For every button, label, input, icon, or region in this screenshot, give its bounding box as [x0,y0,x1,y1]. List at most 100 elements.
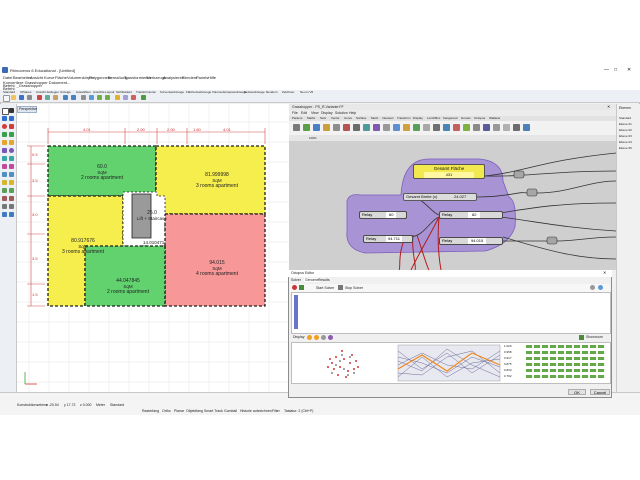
gh-relay-2[interactable]: Relay 82 [439,211,503,219]
gh-tab-mesh[interactable]: Mesh [371,116,378,120]
gh-tab-display[interactable]: Display [413,116,423,120]
gh-component-icon[interactable] [303,124,310,131]
stop-solver-button[interactable]: Stop Solver [345,286,363,290]
sphere-icon[interactable] [9,148,14,153]
objective-slider[interactable]: 0.917 [504,356,608,361]
properties-icon[interactable] [123,95,128,100]
extrude-icon[interactable] [9,140,14,145]
rectangle-icon[interactable] [2,132,7,137]
gh-relay-3[interactable]: Relay 94.711 [363,235,413,243]
display-icon[interactable] [321,335,326,340]
scale-icon[interactable] [9,188,14,193]
display-icon[interactable] [314,335,319,340]
help-icon[interactable] [598,285,603,290]
rotate-view-icon[interactable] [89,95,94,100]
paste-icon[interactable] [53,95,58,100]
dimension-icon[interactable] [2,204,7,209]
gh-component-icon[interactable] [333,124,340,131]
toolbar-tab-layout[interactable]: Ansichts-Layout [93,90,114,94]
toolbar-tab-rendern[interactable]: Rendern [266,90,278,94]
boolean-icon[interactable] [9,156,14,161]
analyze-icon[interactable] [2,212,7,217]
gh-component-icon[interactable] [493,124,500,131]
toolbar-tab-auswaehlen[interactable]: Auswählen [76,90,91,94]
open-file-icon[interactable] [11,95,16,100]
layer-icon[interactable] [115,95,120,100]
start-solver-button[interactable]: Start Solver [316,286,334,290]
gh-component-icon[interactable] [373,124,380,131]
status-ortho[interactable]: Ortho [162,409,171,413]
optimizer-genome-list[interactable] [291,292,611,334]
toolbar-tab-netz[interactable]: Netzwerkzeuge [244,90,265,94]
undo-icon[interactable] [63,95,68,100]
move-icon[interactable] [2,180,7,185]
gh-relay-4[interactable]: Relay 94.015 [439,237,503,245]
select-arrow-icon[interactable] [2,108,9,115]
fillet-icon[interactable] [2,164,7,169]
settings-icon[interactable] [590,285,595,290]
copy-icon[interactable] [45,95,50,100]
cut-icon[interactable] [37,95,42,100]
gh-node-gesamt-flaeche[interactable]: Gesamt Fläche 431 [413,164,485,179]
gh-component-icon[interactable] [393,124,400,131]
rotate-icon[interactable] [2,188,7,193]
record-icon[interactable] [292,285,297,290]
gh-component-icon[interactable] [523,124,530,131]
gh-component-icon[interactable] [343,124,350,131]
room-2rooms-bottom[interactable] [84,245,166,307]
status-layer[interactable]: Standard [110,403,124,407]
gh-tab-lunchbox[interactable]: LunchBox [427,116,440,120]
gh-component-icon[interactable] [353,124,360,131]
redo-icon[interactable] [71,95,76,100]
line-icon[interactable] [2,116,7,121]
gh-menu-edit[interactable]: Edit [301,111,307,115]
toolbar-tab-neu[interactable]: Neu in V6 [300,90,313,94]
display-icon[interactable] [307,335,312,340]
curve-icon[interactable] [9,132,14,137]
gh-tab-kangaroo[interactable]: Kangaroo2 [443,116,458,120]
stop-icon[interactable] [338,285,343,290]
status-gumball[interactable]: Gumball [224,409,237,413]
showroom-button[interactable]: Showroom [586,335,603,339]
gh-component-icon[interactable] [413,124,420,131]
trim-icon[interactable] [9,164,14,169]
layer-item[interactable]: Ebene 03 [619,134,632,138]
gh-component-icon[interactable] [383,124,390,131]
layer-item[interactable]: Ebene 05 [619,146,632,150]
gh-tab-wallacei[interactable]: Wallacei [489,116,500,120]
status-osnap[interactable]: Objektfang [186,409,203,413]
cancel-button[interactable]: Cancel [590,389,610,395]
box-icon[interactable] [2,148,7,153]
grasshopper-canvas[interactable]: Gesamt Fläche 431 Gesamt Breite (x) 24.0… [289,141,616,270]
optimizer-close-button[interactable]: ✕ [603,270,606,275]
gh-component-icon[interactable] [323,124,330,131]
toolbar-tab-flaechen[interactable]: Flächenwerkzeuge [186,90,211,94]
gh-menu-file[interactable]: File [292,111,298,115]
status-history[interactable]: Historie aufzeichnen [240,409,272,413]
gh-menu-display[interactable]: Display [321,111,332,115]
toolbar-tab-kurven[interactable]: Kurvenwerkzeuge [160,90,184,94]
optimizer-tab-results[interactable]: Results [318,278,330,282]
copy-object-icon[interactable] [9,180,14,185]
maximize-button[interactable]: □ [614,67,617,73]
circle-icon[interactable] [2,124,7,129]
gh-component-icon[interactable] [293,124,300,131]
layer-item[interactable]: Ebene 04 [619,140,632,144]
grasshopper-icon[interactable] [141,95,146,100]
close-button[interactable]: ✕ [627,67,631,73]
gh-component-icon[interactable] [483,124,490,131]
gh-slider-gesamt-breite[interactable]: Gesamt Breite (x) 24.027 [403,193,477,201]
layer-item[interactable]: Ebene 02 [619,128,632,132]
gh-relay-1[interactable]: Relay 60 [359,211,407,219]
gh-component-icon[interactable] [433,124,440,131]
gh-tab-sets[interactable]: Sets [320,116,326,120]
render-icon[interactable] [131,95,136,100]
toolbar-tab-anzeige[interactable]: Anzeige [60,90,71,94]
toolbar-tab-transformieren[interactable]: Transformieren [136,90,156,94]
status-grid-snap[interactable]: Rasterfang [142,409,159,413]
toolbar-tab-ansicht[interactable]: Ansicht festlegen [36,90,59,94]
mirror-icon[interactable] [2,196,7,201]
zoom-icon[interactable] [97,95,102,100]
text-icon[interactable] [9,204,14,209]
genome-scrollbar[interactable] [294,295,298,329]
